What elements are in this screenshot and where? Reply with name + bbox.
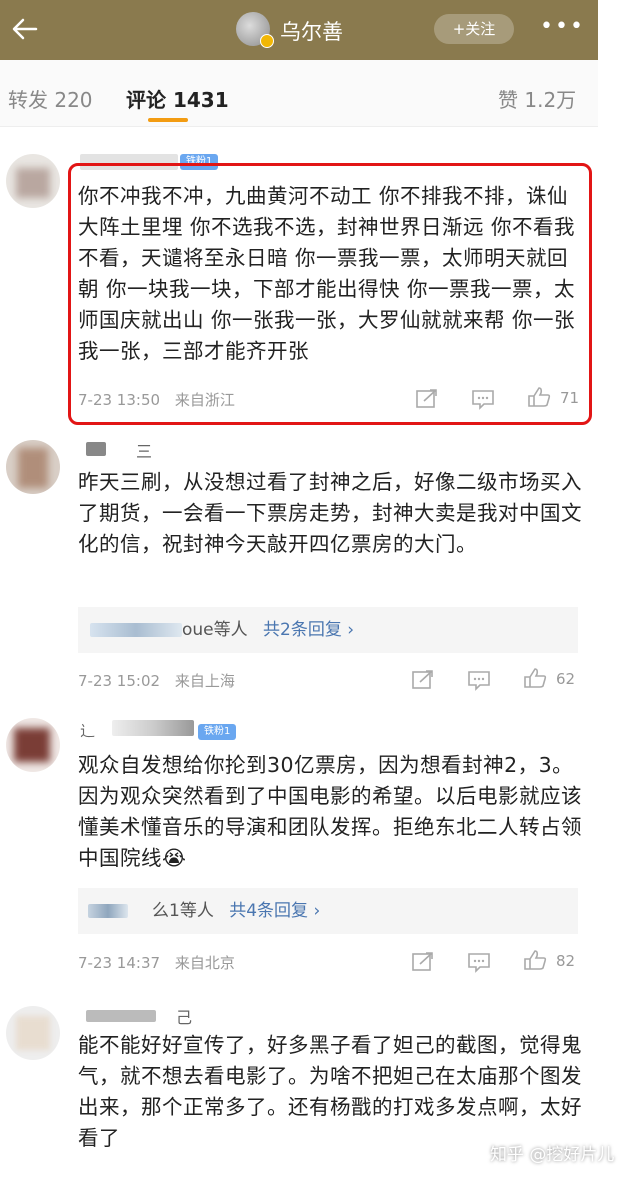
replies-preview[interactable]: 么1等人 共4条回复 › bbox=[78, 888, 578, 934]
comment-location: 来自北京 bbox=[174, 954, 235, 972]
comment-icon[interactable] bbox=[466, 951, 492, 973]
reply-count-link[interactable]: 共2条回复 › bbox=[263, 620, 354, 640]
reply-names-blurred bbox=[90, 623, 182, 637]
like-count: 82 bbox=[556, 952, 576, 970]
more-options-icon[interactable]: ••• bbox=[540, 14, 585, 39]
comment-meta: 7-23 15:02 来自上海 bbox=[78, 670, 235, 691]
commenter-name-partial[interactable]: 辶 bbox=[80, 720, 95, 741]
comment-time: 7-23 15:02 bbox=[78, 672, 161, 690]
page-margin bbox=[598, 0, 640, 1179]
comment-text: 能不能好好宣传了，好多黑子看了妲己的截图，觉得鬼气，就不想去看电影了。为啥不把妲… bbox=[78, 1033, 582, 1150]
reply-names: 么1等人 bbox=[152, 901, 214, 921]
tab-likes[interactable]: 赞 1.2万 bbox=[498, 84, 576, 113]
fan-badge: 铁粉1 bbox=[198, 724, 237, 740]
divider bbox=[0, 126, 598, 127]
like-icon[interactable] bbox=[522, 667, 548, 689]
commenter-name-partial[interactable]: 三 bbox=[136, 438, 152, 462]
commenter-avatar[interactable] bbox=[6, 718, 60, 772]
weibo-comment-screen: 乌尔善 +关注 ••• 转发 220 评论 1431 赞 1.2万 铁粉1 你不… bbox=[0, 0, 598, 1179]
commenter-name-blurred[interactable] bbox=[86, 1010, 156, 1022]
reply-count-link[interactable]: 共4条回复 › bbox=[229, 901, 320, 921]
reply-names: oue等人 bbox=[182, 620, 248, 640]
reply-names-blurred bbox=[88, 904, 128, 918]
highlight-box bbox=[68, 163, 592, 425]
comment-icon[interactable] bbox=[466, 669, 492, 691]
like-icon[interactable] bbox=[522, 949, 548, 971]
share-icon[interactable] bbox=[410, 951, 436, 973]
tab-bar: 转发 220 评论 1431 赞 1.2万 bbox=[0, 60, 598, 126]
replies-preview[interactable]: oue等人 共2条回复 › bbox=[78, 607, 578, 653]
follow-button[interactable]: +关注 bbox=[434, 14, 514, 44]
back-arrow-icon[interactable] bbox=[10, 14, 40, 44]
top-bar: 乌尔善 +关注 ••• bbox=[0, 0, 598, 60]
comment-text: 观众自发想给你抡到30亿票房，因为想看封神2，3。因为观众突然看到了中国电影的希… bbox=[78, 753, 582, 870]
like-count: 62 bbox=[556, 670, 576, 688]
commenter-avatar[interactable] bbox=[6, 154, 60, 208]
verified-badge-icon bbox=[260, 34, 274, 48]
watermark: 知乎 @挖好片儿 bbox=[490, 1145, 615, 1165]
tab-comments[interactable]: 评论 1431 bbox=[126, 84, 229, 113]
commenter-avatar[interactable] bbox=[6, 1006, 60, 1060]
comment-meta: 7-23 14:37 来自北京 bbox=[78, 952, 235, 973]
author-name[interactable]: 乌尔善 bbox=[280, 16, 343, 46]
commenter-name-blurred[interactable] bbox=[86, 442, 106, 456]
commenter-name-blurred[interactable] bbox=[112, 720, 194, 736]
comment-text: 昨天三刷，从没想过看了封神之后，好像二级市场买入了期货，一会看一下票房走势，封神… bbox=[78, 470, 582, 556]
comment-location: 来自上海 bbox=[174, 672, 235, 690]
commenter-avatar[interactable] bbox=[6, 440, 60, 494]
commenter-name-partial[interactable]: 己 bbox=[176, 1004, 192, 1028]
comment-time: 7-23 14:37 bbox=[78, 954, 161, 972]
tab-reposts[interactable]: 转发 220 bbox=[8, 84, 93, 113]
active-tab-indicator bbox=[148, 118, 188, 122]
share-icon[interactable] bbox=[410, 669, 436, 691]
